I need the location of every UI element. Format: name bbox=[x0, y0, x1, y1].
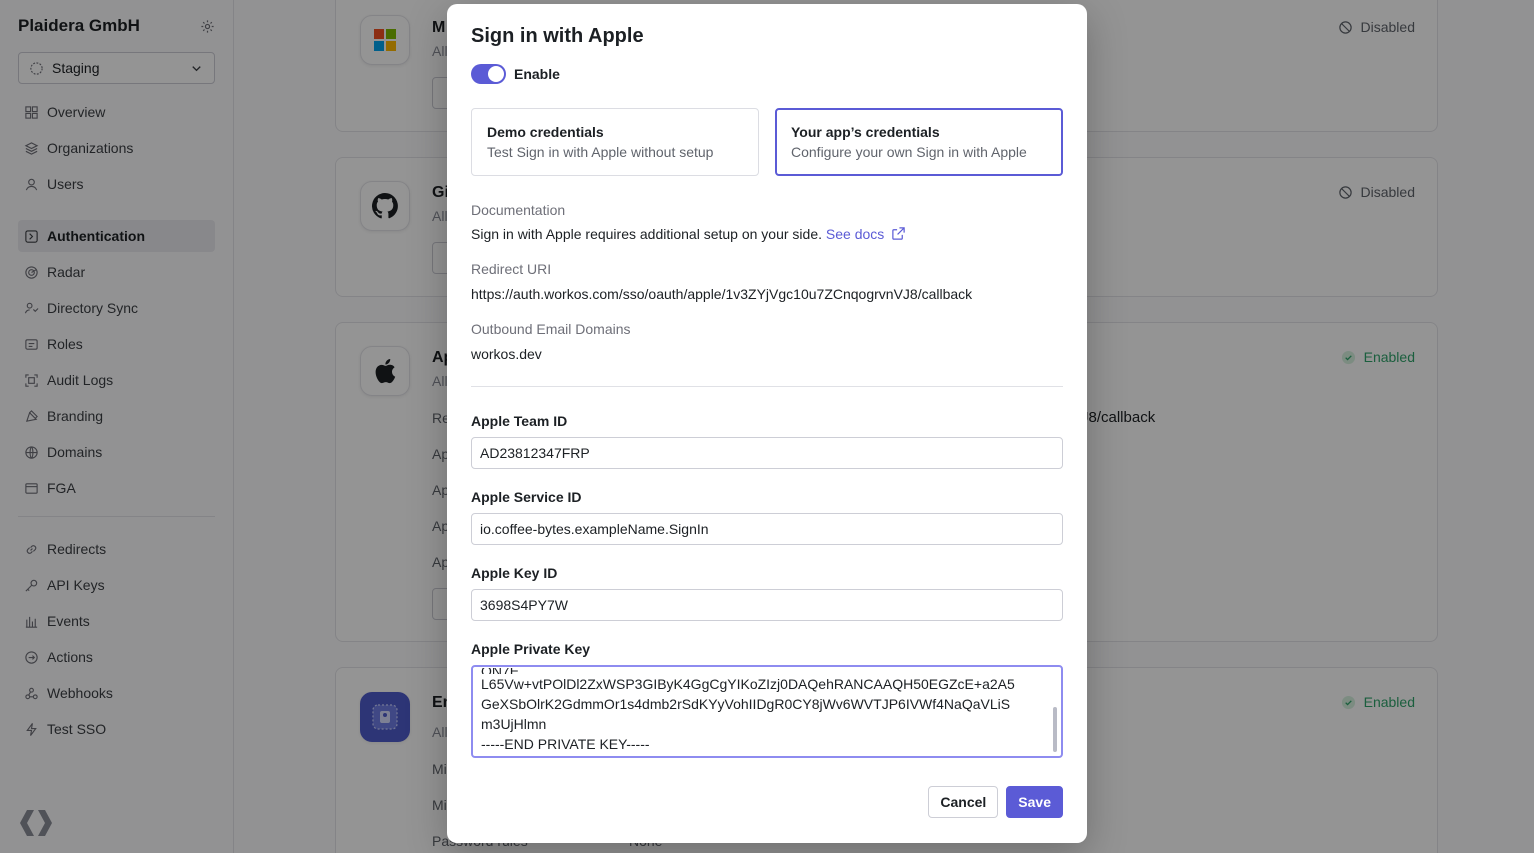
team-id-field: Apple Team ID bbox=[471, 413, 1063, 469]
service-id-input[interactable] bbox=[471, 513, 1063, 545]
private-key-line: -----END PRIVATE KEY----- bbox=[481, 736, 650, 752]
private-key-line: m3UjHlmn bbox=[481, 716, 547, 732]
option-title: Your app’s credentials bbox=[791, 124, 940, 140]
outbound-domains-section: Outbound Email Domains workos.dev bbox=[471, 321, 1063, 362]
dialog-title: Sign in with Apple bbox=[471, 25, 644, 47]
team-id-label: Apple Team ID bbox=[471, 413, 568, 429]
enable-toggle[interactable] bbox=[471, 64, 506, 84]
dialog-footer: Cancel Save bbox=[928, 786, 1063, 818]
section-divider bbox=[471, 386, 1063, 387]
external-link-icon bbox=[891, 226, 906, 241]
redirect-uri-section: Redirect URI https://auth.workos.com/sso… bbox=[471, 261, 1063, 302]
sign-in-with-apple-dialog: Sign in with Apple Enable Demo credentia… bbox=[447, 4, 1087, 843]
option-description: Test Sign in with Apple without setup bbox=[487, 144, 714, 160]
toggle-knob bbox=[488, 66, 504, 82]
outbound-domains-label: Outbound Email Domains bbox=[471, 321, 631, 337]
demo-credentials-option[interactable]: Demo credentials Test Sign in with Apple… bbox=[471, 108, 759, 176]
service-id-label: Apple Service ID bbox=[471, 489, 582, 505]
private-key-line: L65Vw+vtPOlDl2ZxWSP3GIByK4GgCgYIKoZIzj0D… bbox=[481, 676, 1015, 692]
enable-label: Enable bbox=[514, 66, 560, 82]
key-id-field: Apple Key ID bbox=[471, 565, 1063, 621]
key-id-input[interactable] bbox=[471, 589, 1063, 621]
textarea-scrollbar[interactable] bbox=[1053, 707, 1057, 752]
enable-toggle-row: Enable bbox=[471, 64, 1063, 84]
option-title: Demo credentials bbox=[487, 124, 604, 140]
documentation-description: Sign in with Apple requires additional s… bbox=[471, 226, 822, 242]
key-id-label: Apple Key ID bbox=[471, 565, 558, 581]
documentation-text: Sign in with Apple requires additional s… bbox=[471, 226, 1063, 242]
team-id-input[interactable] bbox=[471, 437, 1063, 469]
cancel-button[interactable]: Cancel bbox=[928, 786, 999, 818]
documentation-section: Documentation Sign in with Apple require… bbox=[471, 202, 1063, 242]
private-key-textarea[interactable]: ON7E L65Vw+vtPOlDl2ZxWSP3GIByK4GgCgYIKoZ… bbox=[471, 665, 1063, 758]
credentials-choice: Demo credentials Test Sign in with Apple… bbox=[471, 108, 1063, 176]
private-key-field: Apple Private Key ON7E L65Vw+vtPOlDl2ZxW… bbox=[471, 641, 1063, 758]
private-key-label: Apple Private Key bbox=[471, 641, 591, 657]
documentation-label: Documentation bbox=[471, 202, 566, 218]
option-description: Configure your own Sign in with Apple bbox=[791, 144, 1027, 160]
outbound-domains-value: workos.dev bbox=[471, 346, 542, 362]
save-button[interactable]: Save bbox=[1006, 786, 1063, 818]
service-id-field: Apple Service ID bbox=[471, 489, 1063, 545]
see-docs-link[interactable]: See docs bbox=[826, 226, 906, 242]
private-key-line: GeXSbOlrK2GdmmOr1s4dmb2rSdKYyVohIIDgR0CY… bbox=[481, 696, 1011, 712]
app-credentials-option[interactable]: Your app’s credentials Configure your ow… bbox=[775, 108, 1063, 176]
redirect-uri-label: Redirect URI bbox=[471, 261, 552, 277]
see-docs-label: See docs bbox=[825, 226, 885, 242]
redirect-uri-value[interactable]: https://auth.workos.com/sso/oauth/apple/… bbox=[471, 286, 1063, 302]
